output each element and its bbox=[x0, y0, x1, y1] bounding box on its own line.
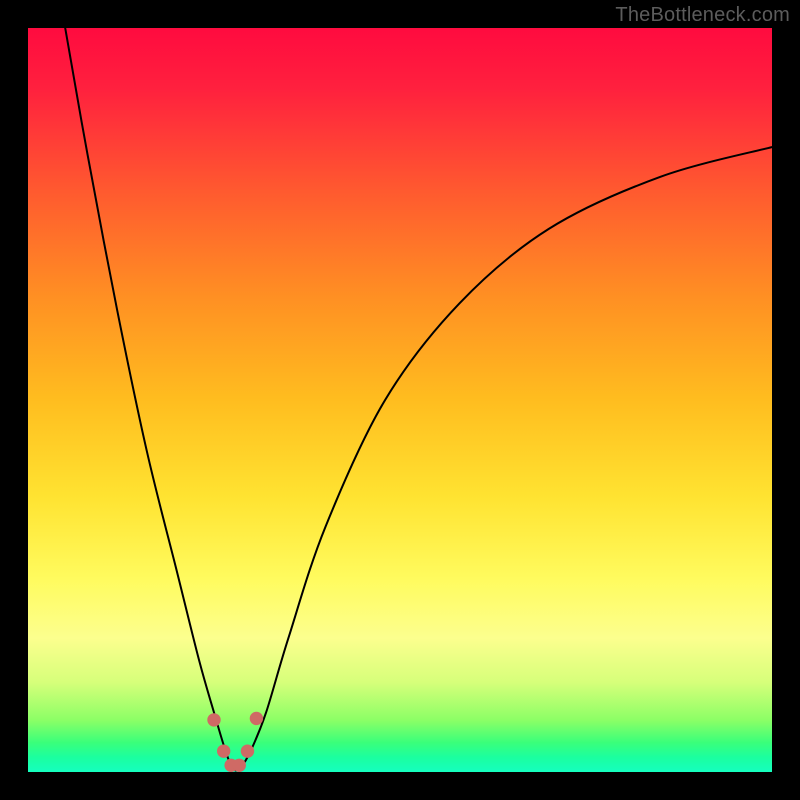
bottleneck-curve bbox=[65, 28, 772, 771]
curve-layer bbox=[28, 28, 772, 772]
valley-dot bbox=[241, 744, 254, 757]
valley-dot bbox=[233, 759, 246, 772]
watermark-text: TheBottleneck.com bbox=[615, 4, 790, 27]
valley-dot bbox=[207, 713, 220, 726]
plot-area bbox=[28, 28, 772, 772]
valley-dot bbox=[250, 712, 263, 725]
chart-frame: TheBottleneck.com bbox=[0, 0, 800, 800]
valley-dot bbox=[217, 744, 230, 757]
